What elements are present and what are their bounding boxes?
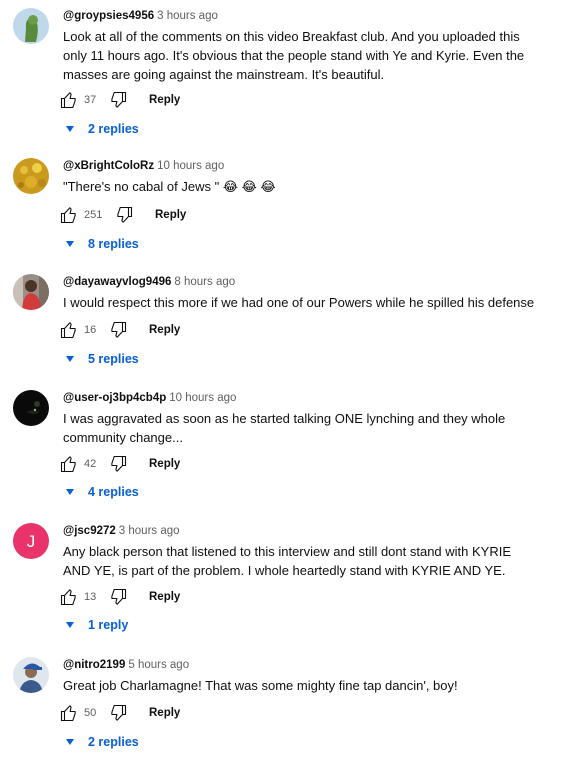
timestamp[interactable]: 5 hours ago [128, 659, 189, 671]
author-name[interactable]: @user-oj3bp4cb4p [63, 392, 166, 404]
thumbs-up-icon [60, 456, 76, 473]
caret-down-icon [66, 739, 74, 745]
like-button[interactable] [59, 587, 79, 607]
thumbs-down-icon [111, 321, 127, 338]
comment-text: Any black person that listened to this i… [63, 544, 512, 578]
thumbs-up-icon [60, 92, 76, 109]
view-replies-button[interactable]: 2 replies [66, 734, 206, 750]
thumbs-down-icon [111, 704, 127, 721]
avatar[interactable] [13, 158, 49, 194]
dislike-button[interactable] [108, 454, 128, 474]
view-replies-button[interactable]: 1 reply [66, 617, 206, 633]
comment-header: @jsc9272 3 hours ago [63, 524, 180, 538]
dislike-button[interactable] [108, 703, 128, 723]
reply-button[interactable]: Reply [149, 323, 180, 337]
timestamp[interactable]: 10 hours ago [169, 392, 236, 404]
comment-header: @nitro2199 5 hours ago [63, 658, 189, 672]
avatar[interactable] [13, 8, 49, 44]
thumbs-up-icon [60, 705, 76, 722]
reply-button[interactable]: Reply [149, 93, 180, 107]
replies-label: 8 replies [88, 237, 139, 251]
caret-down-icon [66, 356, 74, 362]
avatar[interactable] [13, 390, 49, 426]
caret-down-icon [66, 622, 74, 628]
thumbs-down-icon [111, 588, 127, 605]
avatar[interactable] [13, 274, 49, 310]
avatar-letter: J [27, 532, 36, 551]
like-count: 251 [84, 209, 103, 221]
like-count: 42 [84, 458, 97, 470]
thumbs-down-icon [117, 206, 133, 223]
caret-down-icon [66, 489, 74, 495]
dislike-button[interactable] [108, 587, 128, 607]
caret-down-icon [66, 241, 74, 247]
timestamp[interactable]: 3 hours ago [157, 10, 218, 22]
comment-text: Great job Charlamagne! That was some mig… [63, 678, 458, 693]
replies-label: 2 replies [88, 122, 139, 136]
author-name[interactable]: @xBrightColoRz [63, 160, 154, 172]
comment-actions: 42 Reply [59, 454, 259, 474]
thumbs-down-icon [111, 91, 127, 108]
dislike-button[interactable] [108, 90, 128, 110]
replies-label: 2 replies [88, 735, 139, 749]
thumbs-up-icon [60, 322, 76, 339]
author-name[interactable]: @nitro2199 [63, 659, 125, 671]
like-count: 50 [84, 707, 97, 719]
dislike-button[interactable] [108, 320, 128, 340]
comment-header: @xBrightColoRz 10 hours ago [63, 159, 224, 173]
comment-text: Look at all of the comments on this vide… [63, 29, 525, 82]
author-name[interactable]: @dayawayvlog9496 [63, 276, 171, 288]
comment-header: @user-oj3bp4cb4p 10 hours ago [63, 391, 236, 405]
view-replies-button[interactable]: 4 replies [66, 484, 206, 500]
like-count: 16 [84, 324, 97, 336]
comment-thread: @user-oj3bp4cb4p 10 hours ago I was aggra… [0, 390, 565, 505]
like-count: 37 [84, 94, 97, 106]
dislike-button[interactable] [114, 205, 134, 225]
comment-thread: @dayawayvlog9496 8 hours ago I would resp… [0, 274, 565, 374]
replies-label: 4 replies [88, 485, 139, 499]
like-button[interactable] [59, 90, 79, 110]
like-button[interactable] [59, 454, 79, 474]
comment-text: I would respect this more if we had one … [63, 295, 535, 310]
like-button[interactable] [59, 320, 79, 340]
timestamp[interactable]: 10 hours ago [157, 160, 224, 172]
comment-actions: 50 Reply [59, 703, 259, 723]
comment-text: "There's no cabal of Jews " 😂 😂 😂 [63, 179, 276, 194]
author-name[interactable]: @jsc9272 [63, 525, 116, 537]
replies-label: 5 replies [88, 352, 139, 366]
comment-actions: 251 Reply [59, 205, 259, 225]
comment-header: @groypsies4956 3 hours ago [63, 9, 218, 23]
caret-down-icon [66, 126, 74, 132]
avatar[interactable] [13, 657, 49, 693]
reply-button[interactable]: Reply [149, 706, 180, 720]
like-button[interactable] [59, 703, 79, 723]
comment-thread: J @jsc9272 3 hours ago Any black person t… [0, 523, 565, 638]
view-replies-button[interactable]: 2 replies [66, 121, 206, 137]
author-name[interactable]: @groypsies4956 [63, 10, 154, 22]
comment-header: @dayawayvlog9496 8 hours ago [63, 275, 235, 289]
avatar[interactable]: J [13, 523, 49, 559]
reply-button[interactable]: Reply [149, 590, 180, 604]
thumbs-up-icon [60, 589, 76, 606]
comment-actions: 37 Reply [59, 90, 259, 110]
timestamp[interactable]: 8 hours ago [174, 276, 235, 288]
view-replies-button[interactable]: 5 replies [66, 351, 206, 367]
reply-button[interactable]: Reply [149, 457, 180, 471]
comment-actions: 13 Reply [59, 587, 259, 607]
comment-thread: @xBrightColoRz 10 hours ago "There's no c… [0, 158, 565, 258]
like-button[interactable] [59, 205, 79, 225]
timestamp[interactable]: 3 hours ago [119, 525, 180, 537]
comment-thread: @groypsies4956 3 hours ago Look at all of… [0, 8, 565, 138]
thumbs-up-icon [60, 207, 76, 224]
replies-label: 1 reply [88, 618, 129, 632]
reply-button[interactable]: Reply [155, 208, 186, 222]
comment-actions: 16 Reply [59, 320, 259, 340]
comment-thread: @nitro2199 5 hours ago Great job Charlama… [0, 657, 565, 757]
thumbs-down-icon [111, 455, 127, 472]
comment-text: I was aggravated as soon as he started t… [63, 411, 506, 445]
like-count: 13 [84, 591, 97, 603]
view-replies-button[interactable]: 8 replies [66, 236, 206, 252]
